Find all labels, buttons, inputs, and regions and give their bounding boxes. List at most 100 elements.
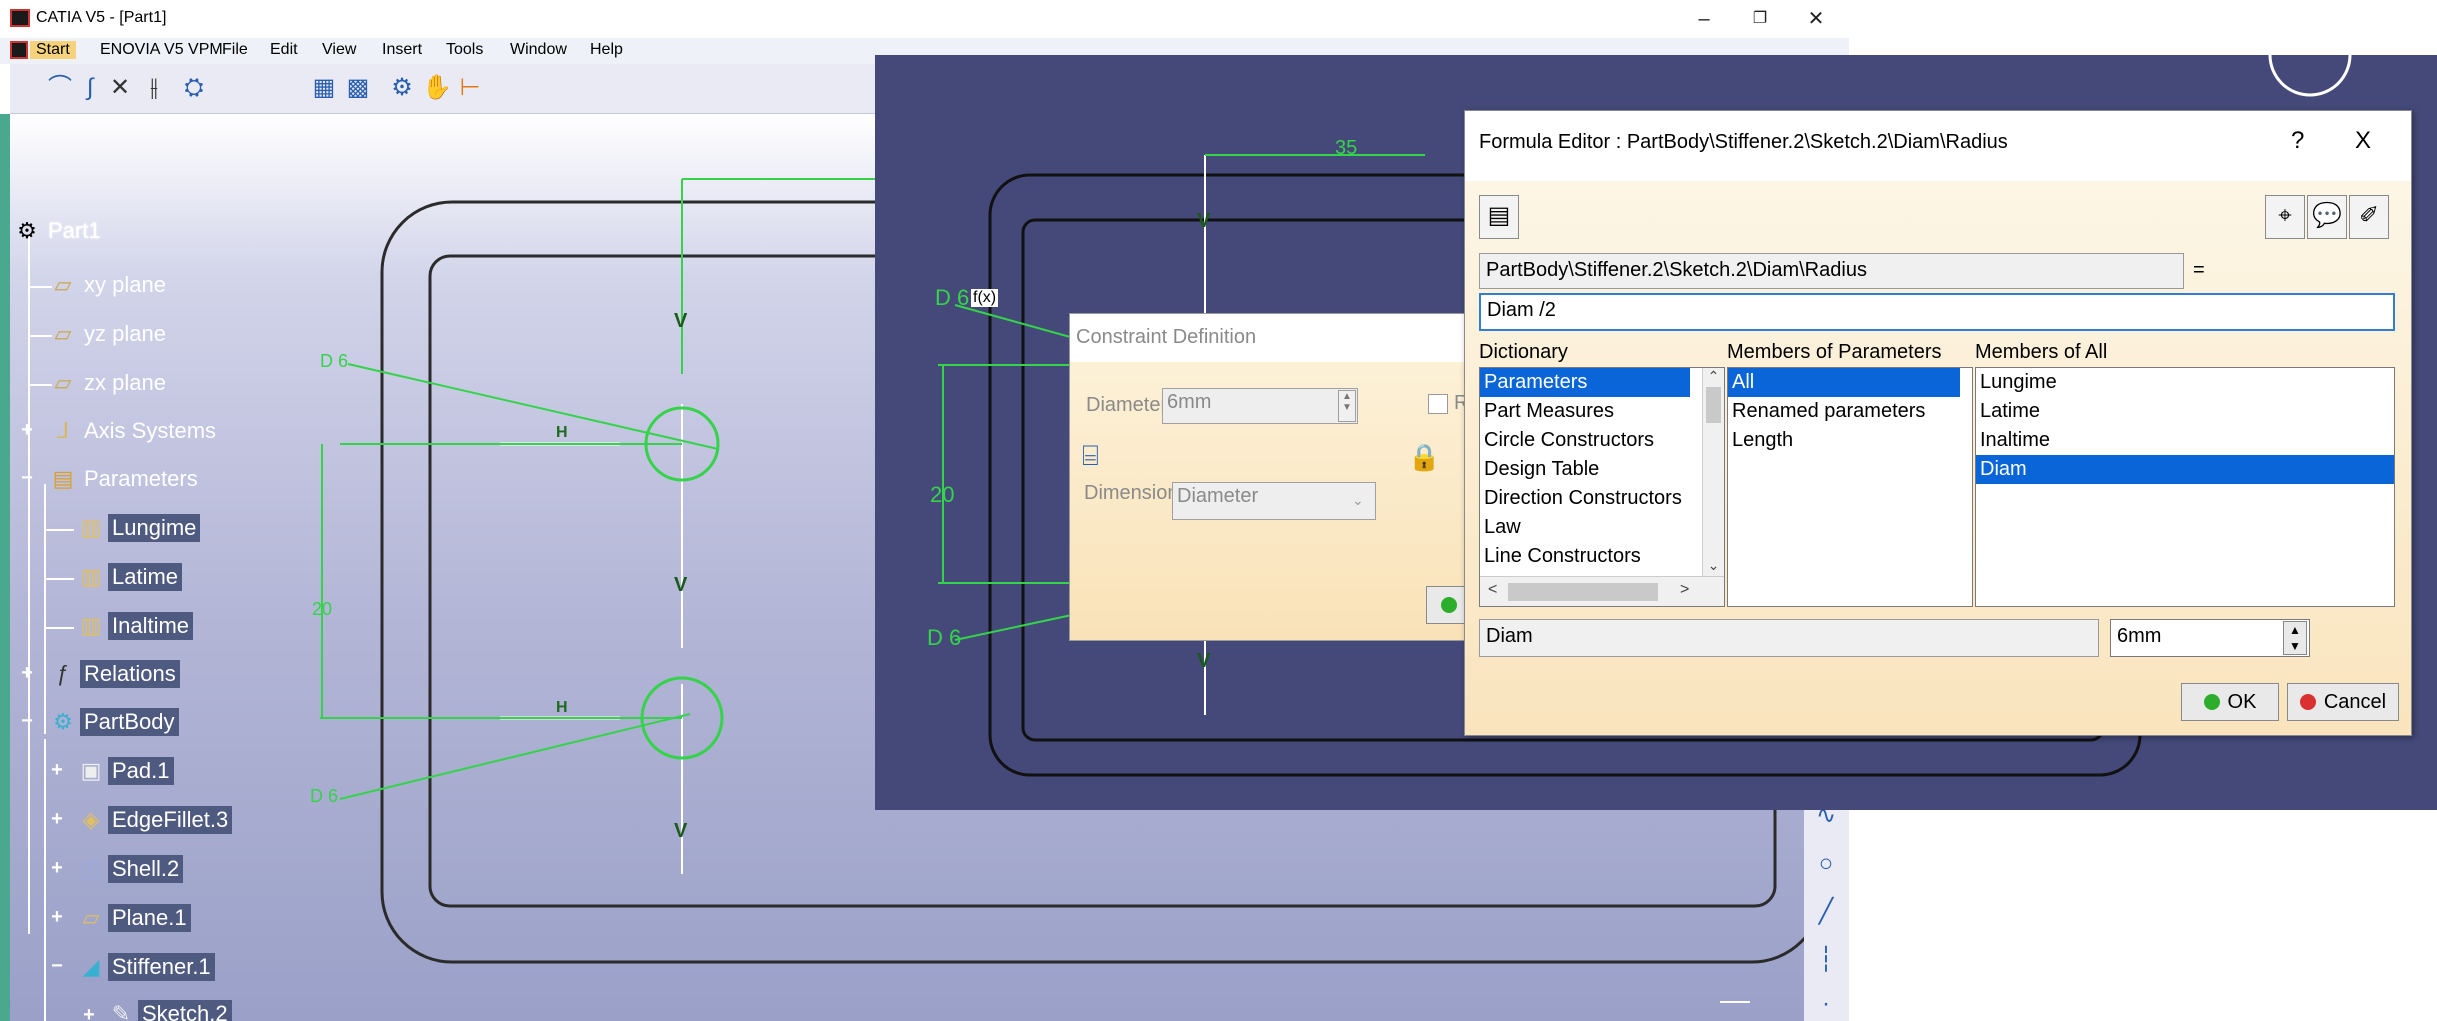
members-params-item-length[interactable]: Length [1728, 426, 1972, 455]
tree-item-relations[interactable]: ƒ Relations [46, 657, 180, 691]
members-all-item-latime[interactable]: Latime [1976, 397, 2394, 426]
scroll-left-icon[interactable]: < [1488, 581, 1497, 599]
collapse-parameters[interactable]: − [18, 468, 36, 488]
members-of-parameters-list[interactable]: All Renamed parameters Length [1727, 367, 1973, 607]
diameter-field[interactable]: 6mm [1162, 388, 1358, 424]
grid-icon[interactable]: ▦ [310, 74, 338, 102]
tree-item-inaltime[interactable]: ▥ Inaltime [74, 609, 194, 643]
menu-window[interactable]: Window [510, 41, 567, 59]
expand-pad1[interactable]: + [48, 760, 66, 780]
dimension-d6-upper[interactable]: D 6 [320, 351, 348, 372]
dictionary-item-line-constructors[interactable]: Line Constructors [1480, 542, 1724, 571]
line-tool-icon[interactable]: ╱ [1812, 898, 1840, 926]
expand-relations[interactable]: + [18, 663, 36, 683]
horizontal-scroll-thumb[interactable] [1508, 583, 1658, 601]
dictionary-horizontal-scrollbar[interactable]: < > [1480, 576, 1724, 606]
dictionary-item-design-table[interactable]: Design Table [1480, 455, 1724, 484]
menu-help[interactable]: Help [590, 41, 623, 59]
dictionary-item-parameters[interactable]: Parameters [1480, 368, 1690, 397]
overlay-dimension-35[interactable]: 35 [1335, 137, 1357, 160]
scroll-right-icon[interactable]: > [1680, 581, 1689, 599]
comment-icon[interactable]: 💬 [2307, 195, 2347, 239]
members-all-item-diam[interactable]: Diam [1976, 455, 2394, 484]
menu-edit[interactable]: Edit [270, 41, 298, 59]
spline-icon[interactable]: ∫ [76, 74, 104, 102]
circle-tool-icon[interactable]: ○ [1812, 850, 1840, 878]
reference-checkbox[interactable] [1428, 394, 1448, 414]
menu-view[interactable]: View [322, 41, 356, 59]
tree-item-pad1[interactable]: ▣ Pad.1 [74, 754, 174, 788]
members-of-all-list[interactable]: Lungime Latime Inaltime Diam [1975, 367, 2395, 607]
expand-edgefillet3[interactable]: + [48, 809, 66, 829]
expand-shell2[interactable]: + [48, 858, 66, 878]
tree-item-sketch2[interactable]: ✎ Sketch.2 [104, 997, 232, 1021]
close-button[interactable]: ✕ [1796, 4, 1836, 34]
tree-item-edgefillet3[interactable]: ◈ EdgeFillet.3 [74, 803, 233, 837]
dictionary-item-law[interactable]: Law [1480, 513, 1724, 542]
scroll-up-icon[interactable]: ⌃ [1703, 368, 1724, 385]
help-button[interactable]: ? [2291, 127, 2304, 155]
point-tool-icon[interactable]: · [1812, 990, 1840, 1018]
members-all-item-inaltime[interactable]: Inaltime [1976, 426, 2394, 455]
tree-item-xy-plane[interactable]: ▱ xy plane [46, 268, 170, 302]
dimension-select[interactable]: Diameter [1172, 482, 1376, 520]
restore-button[interactable]: ❐ [1740, 4, 1780, 34]
menu-tools[interactable]: Tools [446, 41, 483, 59]
project-icon[interactable]: ⛭ [180, 74, 208, 102]
snap-grid-icon[interactable]: ▩ [344, 74, 372, 102]
collapse-stiffener1[interactable]: − [48, 956, 66, 976]
measure-icon[interactable]: ⌖ [2265, 195, 2305, 239]
value-spinner[interactable]: ▲ ▼ [2283, 621, 2307, 655]
menu-enovia[interactable]: ENOVIA V5 VPM [100, 41, 223, 59]
tree-item-yz-plane[interactable]: ▱ yz plane [46, 317, 170, 351]
expand-axis-systems[interactable]: + [18, 420, 36, 440]
cancel-button[interactable]: Cancel [2287, 683, 2399, 721]
ok-button[interactable]: OK [2181, 683, 2279, 721]
menu-file[interactable]: File [222, 41, 248, 59]
tree-item-partbody[interactable]: ⚙ PartBody [46, 705, 179, 739]
tree-item-lungime[interactable]: ▥ Lungime [74, 511, 201, 545]
tree-item-zx-plane[interactable]: ▱ zx plane [46, 366, 170, 400]
formula-input[interactable]: Diam /2 [1479, 293, 2395, 331]
dictionary-item-circle-constructors[interactable]: Circle Constructors [1480, 426, 1724, 455]
dictionary-vertical-scrollbar[interactable]: ⌃ ⌄ [1702, 368, 1724, 576]
tree-item-stiffener1[interactable]: ◢ Stiffener.1 [74, 950, 215, 984]
mirror-icon[interactable]: ⫲ [140, 74, 168, 102]
tree-root-part1[interactable]: ⚙ Part1 [10, 214, 105, 248]
collapse-partbody[interactable]: − [18, 711, 36, 731]
tree-item-parameters[interactable]: ▤ Parameters [46, 462, 202, 496]
overlay-dimension-20[interactable]: 20 [930, 482, 954, 508]
dimension-d6-lower[interactable]: D 6 [310, 786, 338, 807]
expand-plane1[interactable]: + [48, 907, 66, 927]
overlay-dimension-d6-upper[interactable]: D 6 [935, 285, 969, 311]
dictionary-item-part-measures[interactable]: Part Measures [1480, 397, 1724, 426]
dimension-20[interactable]: 20 [312, 599, 332, 620]
tree-item-shell2[interactable]: ◫ Shell.2 [74, 852, 184, 886]
geometric-constraints-icon[interactable]: ✋ [422, 74, 452, 102]
construction-icon[interactable]: ⚙ [388, 74, 416, 102]
lock-icon[interactable]: 🔒 [1408, 442, 1440, 473]
scroll-down-icon[interactable]: ⌄ [1703, 557, 1724, 574]
members-params-item-renamed[interactable]: Renamed parameters [1728, 397, 1972, 426]
selected-member-value[interactable]: 6mm [2110, 619, 2310, 657]
menu-start[interactable]: Start [30, 41, 76, 59]
minimize-button[interactable]: – [1684, 4, 1724, 34]
overlay-dimension-d6-lower[interactable]: D 6 [927, 625, 961, 651]
dictionary-list[interactable]: Parameters Part Measures Circle Construc… [1479, 367, 1725, 607]
dimensional-constraints-icon[interactable]: ⊢ [456, 74, 484, 102]
tree-item-latime[interactable]: ▥ Latime [74, 560, 183, 594]
close-button[interactable]: X [2355, 127, 2371, 155]
arc-icon[interactable]: ⌒ [46, 74, 74, 102]
axis-tool-icon[interactable]: ┆ [1812, 946, 1840, 974]
scroll-thumb[interactable] [1706, 387, 1721, 423]
tree-item-axis-systems[interactable]: ⅃ Axis Systems [46, 414, 220, 448]
eraser-icon[interactable]: ✐ [2349, 195, 2389, 239]
diameter-spinner[interactable]: ▲ ▼ [1338, 390, 1356, 422]
members-all-item-lungime[interactable]: Lungime [1976, 368, 2394, 397]
trim-icon[interactable]: ✕ [106, 74, 134, 102]
incremental-icon[interactable]: ▤ [1479, 195, 1519, 239]
menu-insert[interactable]: Insert [382, 41, 422, 59]
dictionary-item-direction-constructors[interactable]: Direction Constructors [1480, 484, 1724, 513]
expand-sketch2[interactable]: + [80, 1005, 98, 1021]
tree-item-plane1[interactable]: ▱ Plane.1 [74, 901, 191, 935]
